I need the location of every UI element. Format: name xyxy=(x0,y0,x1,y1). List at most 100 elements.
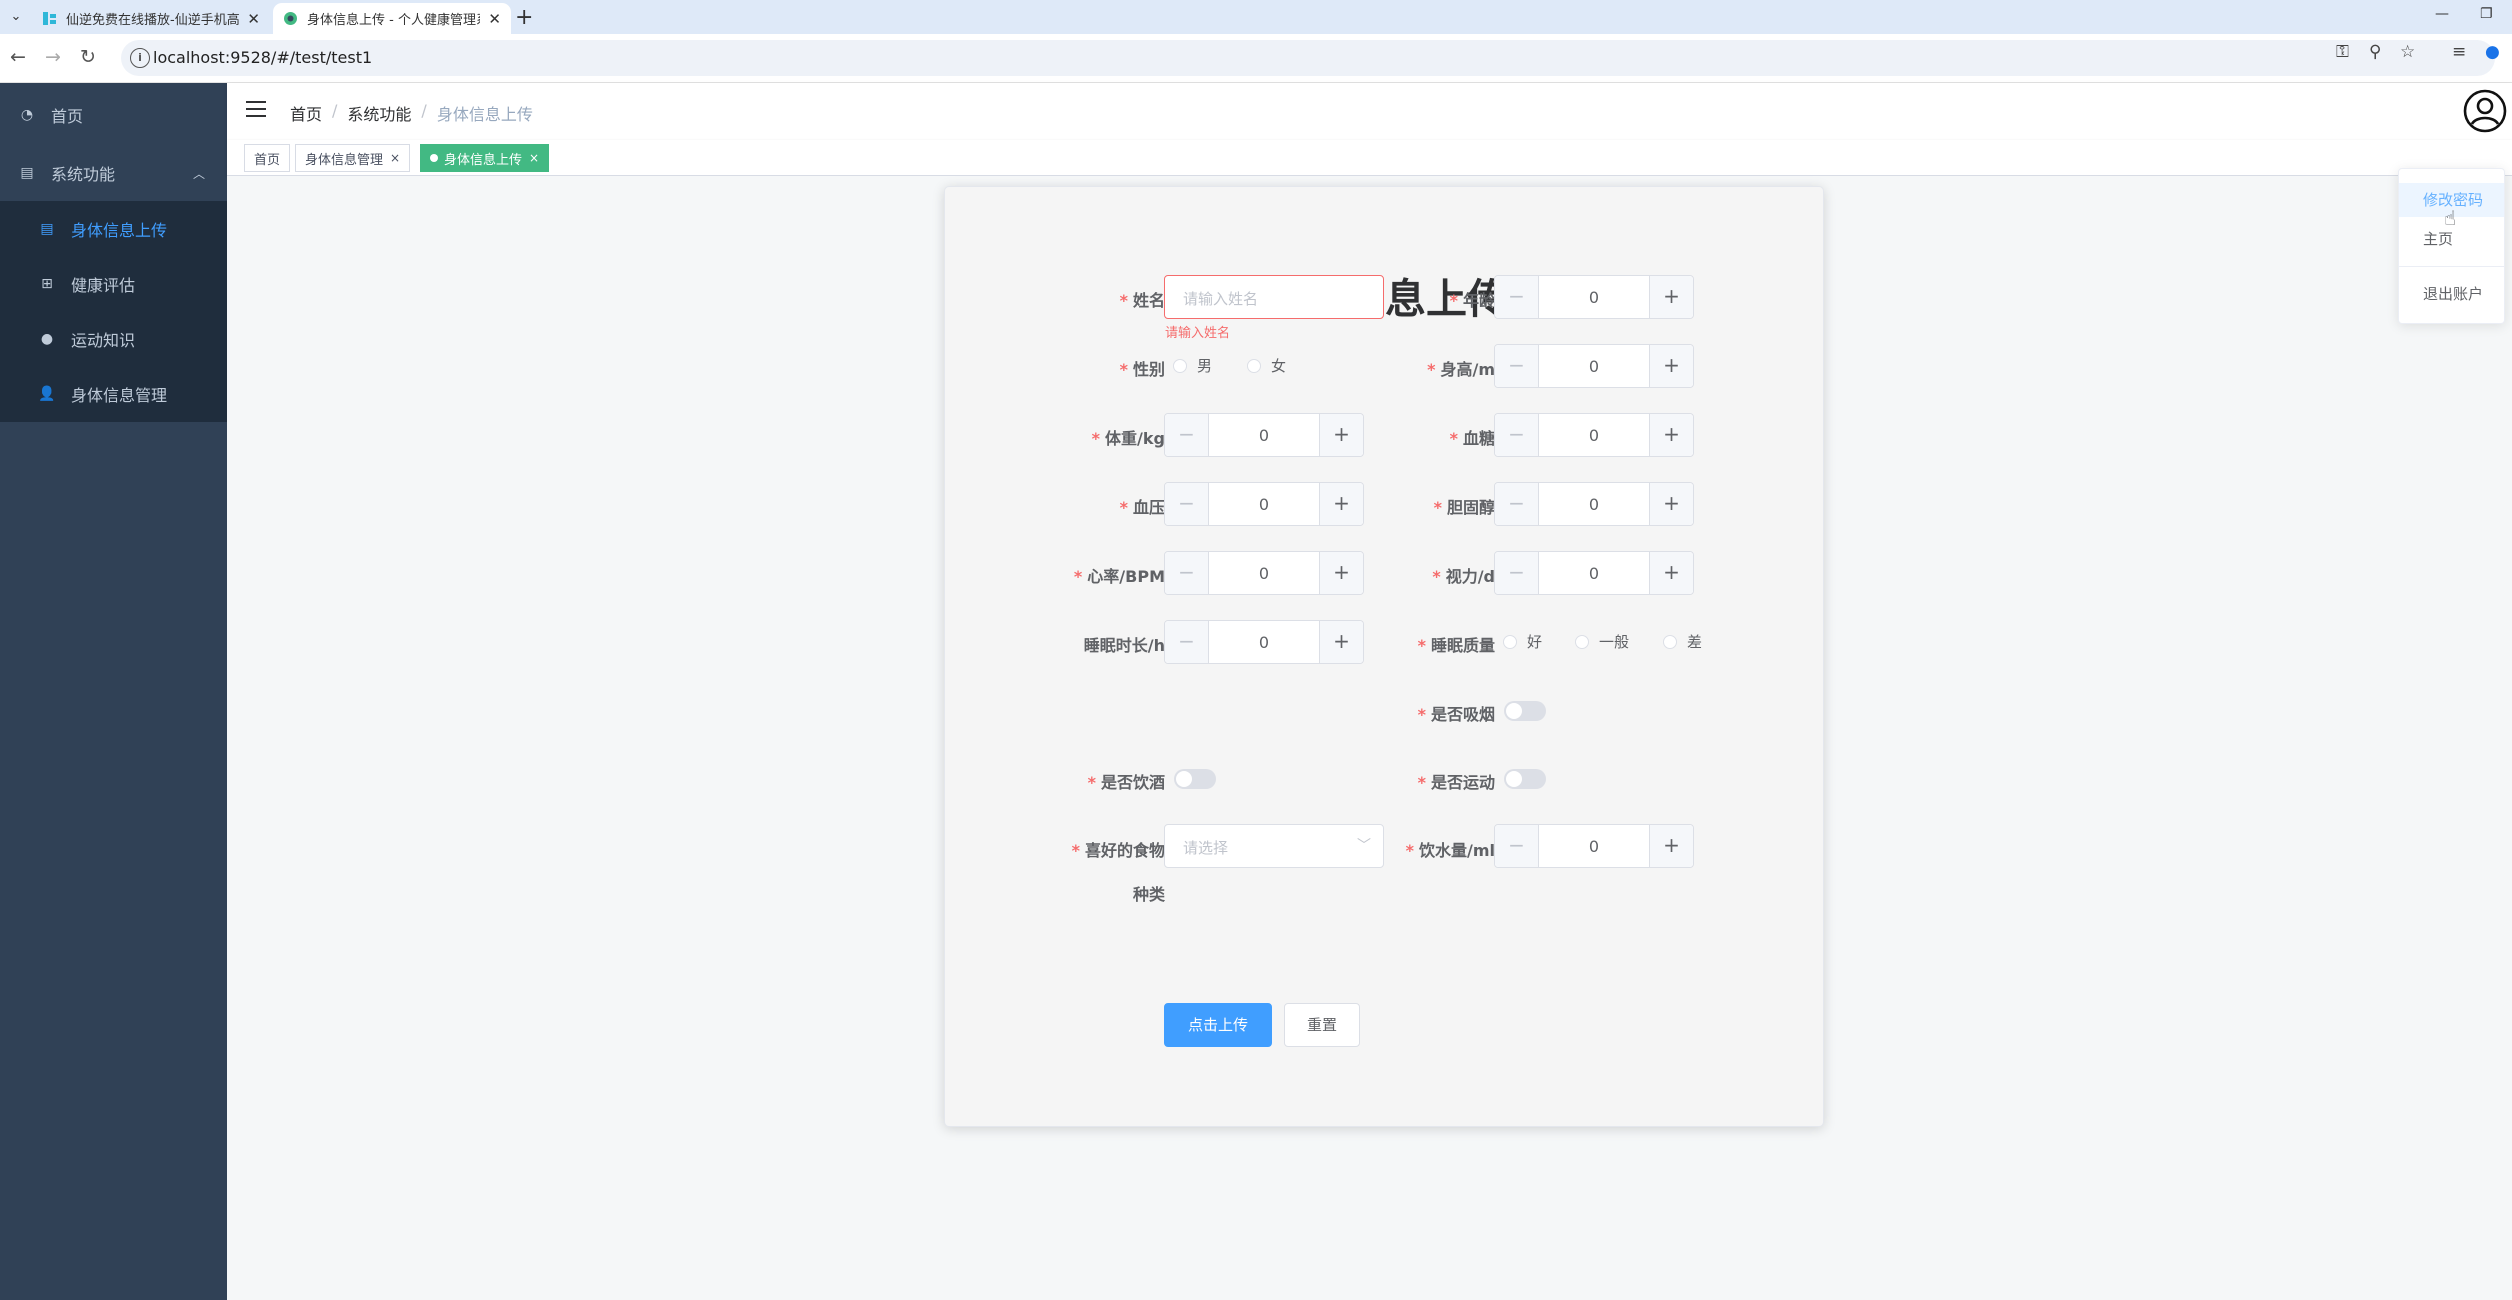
increment-button[interactable]: + xyxy=(1649,276,1693,318)
user-dropdown-menu: 修改密码 主页 退出账户 xyxy=(2398,168,2505,324)
tag-manage[interactable]: 身体信息管理 × xyxy=(295,144,411,172)
sidebar-item-manage[interactable]: 👤 身体信息管理 xyxy=(0,366,227,422)
site-info-icon[interactable]: i xyxy=(130,48,150,68)
reset-button[interactable]: 重置 xyxy=(1284,1003,1360,1047)
sleep-duration-value: 0 xyxy=(1258,633,1270,652)
breadcrumb-separator: / xyxy=(421,101,427,120)
tag-label: 身体信息管理 xyxy=(305,152,384,168)
breadcrumb-home[interactable]: 首页 xyxy=(290,101,322,125)
breadcrumb-current: 身体信息上传 xyxy=(436,105,533,124)
sleep-quality-label: * 睡眠质量 xyxy=(1417,636,1495,655)
main-content: 身体信息上传 * 姓名 请输入姓名 请输入姓名 * 年龄 − 0 + * 性别 男 女… xyxy=(227,176,2512,1300)
decrement-button[interactable]: − xyxy=(1495,825,1539,867)
close-icon[interactable]: × xyxy=(390,151,400,165)
sidebar-item-sports[interactable]: ● 运动知识 xyxy=(0,311,227,367)
increment-button[interactable]: + xyxy=(1649,552,1693,594)
password-key-icon[interactable]: ⚿ xyxy=(2336,42,2349,62)
sidebar-item-system[interactable]: ▤ 系统功能 ︿ xyxy=(0,145,227,201)
weight-stepper[interactable]: − 0 + xyxy=(1164,413,1364,457)
drink-switch[interactable] xyxy=(1174,769,1216,789)
tag-upload[interactable]: 身体信息上传 × xyxy=(420,144,550,172)
height-stepper[interactable]: − 0 + xyxy=(1494,344,1694,388)
close-tab-icon[interactable]: ✕ xyxy=(488,10,501,28)
increment-button[interactable]: + xyxy=(1649,825,1693,867)
back-icon[interactable]: ← xyxy=(10,46,26,68)
vision-stepper[interactable]: − 0 + xyxy=(1494,551,1694,595)
url-field[interactable]: i localhost:9528/#/test/test1 xyxy=(121,40,2495,76)
sidebar-submenu: ▤ 身体信息上传 ⊞ 健康评估 ● 运动知识 👤 身体信息管理 xyxy=(0,201,227,422)
sleep-quality-good-radio[interactable]: 好 xyxy=(1503,631,1542,652)
dashboard-icon: ◔ xyxy=(20,107,34,123)
sleep-quality-mid-radio[interactable]: 一般 xyxy=(1575,631,1629,652)
browser-tab-title: 仙逆免费在线播放-仙逆手机高清 xyxy=(66,13,240,28)
submit-button[interactable]: 点击上传 xyxy=(1164,1003,1272,1047)
hamburger-icon[interactable] xyxy=(246,101,266,119)
browser-tab-2[interactable]: 身体信息上传 - 个人健康管理系统 ✕ xyxy=(273,3,511,34)
browser-tab-strip: ⌄ 仙逆免费在线播放-仙逆手机高清 ✕ 身体信息上传 - 个人健康管理系统 ✕ … xyxy=(0,0,2512,34)
sidebar-item-label: 运动知识 xyxy=(71,331,136,350)
weight-label: * 体重/kg xyxy=(1091,429,1165,448)
url-text: localhost:9528/#/test/test1 xyxy=(153,48,373,67)
smoke-switch[interactable] xyxy=(1504,701,1546,721)
increment-button[interactable]: + xyxy=(1319,621,1363,663)
dropdown-divider xyxy=(2399,266,2504,267)
tag-home[interactable]: 首页 xyxy=(244,144,291,172)
increment-button[interactable]: + xyxy=(1649,414,1693,456)
sleep-quality-bad-radio[interactable]: 差 xyxy=(1663,631,1702,652)
increment-button[interactable]: + xyxy=(1649,483,1693,525)
cholesterol-value: 0 xyxy=(1588,495,1600,514)
media-list-icon[interactable]: ≡ xyxy=(2452,42,2466,62)
increment-button[interactable]: + xyxy=(1649,345,1693,387)
decrement-button[interactable]: − xyxy=(1495,345,1539,387)
decrement-button[interactable]: − xyxy=(1495,414,1539,456)
form-card: 身体信息上传 * 姓名 请输入姓名 请输入姓名 * 年龄 − 0 + * 性别 男 女… xyxy=(944,186,1824,1127)
close-icon[interactable]: × xyxy=(529,151,539,165)
water-stepper[interactable]: − 0 + xyxy=(1494,824,1694,868)
chevron-down-icon: ﹀ xyxy=(1357,838,1371,854)
gender-male-radio[interactable]: 男 xyxy=(1173,355,1212,376)
increment-button[interactable]: + xyxy=(1319,414,1363,456)
decrement-button[interactable]: − xyxy=(1165,621,1209,663)
increment-button[interactable]: + xyxy=(1319,552,1363,594)
increment-button[interactable]: + xyxy=(1319,483,1363,525)
decrement-button[interactable]: − xyxy=(1165,552,1209,594)
sidebar-item-upload[interactable]: ▤ 身体信息上传 xyxy=(0,201,227,257)
user-avatar-icon[interactable] xyxy=(2462,88,2508,134)
restore-icon[interactable]: ❐ xyxy=(2480,6,2493,22)
cholesterol-stepper[interactable]: − 0 + xyxy=(1494,482,1694,526)
blood-sugar-value: 0 xyxy=(1588,426,1600,445)
decrement-button[interactable]: − xyxy=(1495,276,1539,318)
active-dot-icon xyxy=(430,154,438,162)
forward-icon[interactable]: → xyxy=(45,46,61,68)
zoom-icon[interactable]: ⚲ xyxy=(2369,42,2381,62)
food-label: * 喜好的食物 xyxy=(1071,841,1165,860)
browser-tab-1[interactable]: 仙逆免费在线播放-仙逆手机高清 ✕ xyxy=(32,3,270,34)
tab-search-icon[interactable]: ⌄ xyxy=(6,7,26,27)
breadcrumb-system: 系统功能 xyxy=(347,105,412,124)
logout-item[interactable]: 退出账户 xyxy=(2399,277,2504,311)
heart-rate-stepper[interactable]: − 0 + xyxy=(1164,551,1364,595)
food-select[interactable]: 请选择 ﹀ xyxy=(1164,824,1384,868)
name-input[interactable]: 请输入姓名 xyxy=(1164,275,1384,319)
decrement-button[interactable]: − xyxy=(1165,414,1209,456)
sidebar-item-assessment[interactable]: ⊞ 健康评估 xyxy=(0,256,227,312)
age-stepper[interactable]: − 0 + xyxy=(1494,275,1694,319)
reload-icon[interactable]: ↻ xyxy=(80,46,96,68)
decrement-button[interactable]: − xyxy=(1495,552,1539,594)
sidebar-item-home[interactable]: ◔ 首页 xyxy=(0,87,227,143)
gender-female-radio[interactable]: 女 xyxy=(1247,355,1286,376)
bookmark-star-icon[interactable]: ☆ xyxy=(2400,42,2415,62)
tag-label: 身体信息上传 xyxy=(444,152,523,168)
medical-kit-icon: ⊞ xyxy=(41,276,53,292)
close-tab-icon[interactable]: ✕ xyxy=(247,10,260,28)
sport-switch[interactable] xyxy=(1504,769,1546,789)
minimize-icon[interactable]: — xyxy=(2435,6,2449,22)
new-tab-icon[interactable]: + xyxy=(515,5,533,30)
blood-pressure-stepper[interactable]: − 0 + xyxy=(1164,482,1364,526)
decrement-button[interactable]: − xyxy=(1165,483,1209,525)
sleep-duration-stepper[interactable]: − 0 + xyxy=(1164,620,1364,664)
profile-icon[interactable]: ● xyxy=(2485,42,2500,62)
sidebar-item-label: 身体信息管理 xyxy=(71,386,168,405)
decrement-button[interactable]: − xyxy=(1495,483,1539,525)
blood-sugar-stepper[interactable]: − 0 + xyxy=(1494,413,1694,457)
